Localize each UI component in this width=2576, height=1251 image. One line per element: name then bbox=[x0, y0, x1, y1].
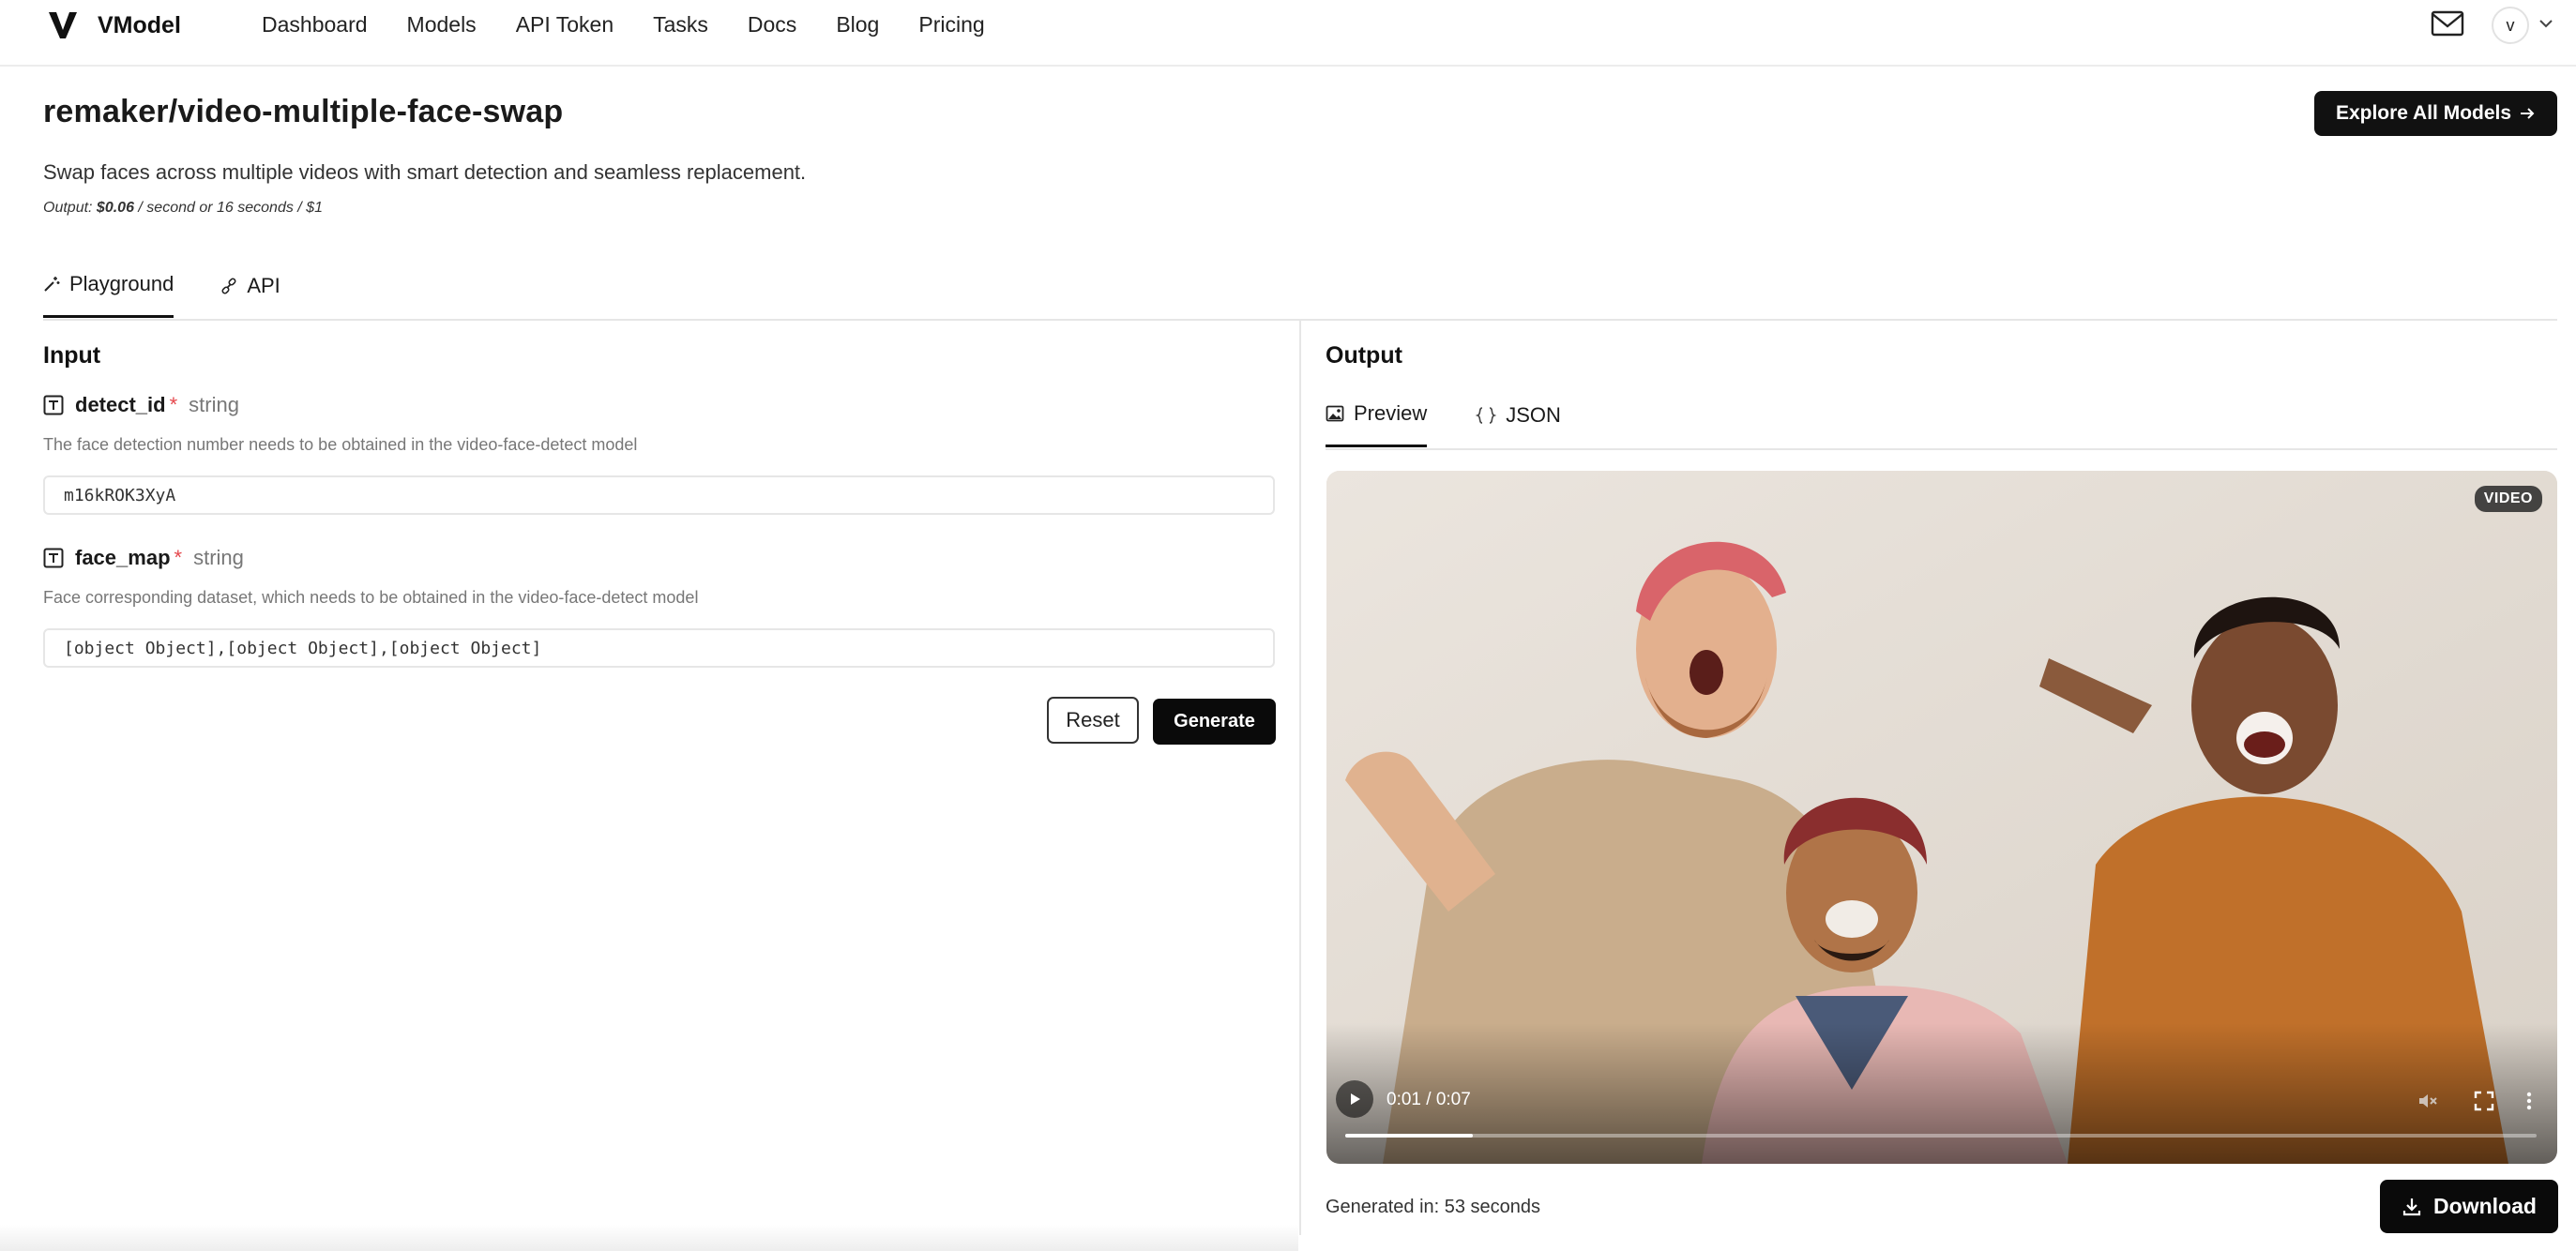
brand-logo[interactable]: VModel bbox=[47, 9, 181, 41]
more-options-icon[interactable] bbox=[2518, 1090, 2540, 1112]
mail-icon[interactable] bbox=[2431, 9, 2464, 38]
video-badge: VIDEO bbox=[2474, 486, 2542, 512]
braces-icon bbox=[1476, 406, 1497, 424]
output-tabs: Preview JSON bbox=[1326, 401, 1561, 447]
generate-button[interactable]: Generate bbox=[1153, 699, 1276, 745]
nav-blog[interactable]: Blog bbox=[836, 11, 879, 38]
field-name: detect_id bbox=[75, 393, 166, 416]
download-icon bbox=[2402, 1198, 2421, 1215]
image-icon bbox=[1326, 405, 1344, 422]
tab-api[interactable]: API bbox=[220, 272, 280, 318]
generation-time: Generated in: 53 seconds bbox=[1326, 1197, 1541, 1217]
brand-name: VModel bbox=[98, 11, 181, 38]
field-name: face_map bbox=[75, 546, 171, 569]
face-map-input[interactable]: [object Object],[object Object],[object … bbox=[43, 628, 1275, 668]
input-panel-title: Input bbox=[43, 342, 101, 369]
explore-all-models-button[interactable]: Explore All Models bbox=[2314, 91, 2557, 136]
field-type: string bbox=[193, 546, 244, 569]
bottom-shadow bbox=[0, 1225, 1298, 1251]
wand-icon bbox=[44, 277, 60, 292]
chevron-down-icon[interactable] bbox=[2538, 17, 2554, 30]
required-marker: * bbox=[169, 393, 178, 416]
download-label: Download bbox=[2433, 1194, 2537, 1218]
video-progress-bar[interactable] bbox=[1345, 1134, 2537, 1138]
detect-id-input[interactable]: m16kROK3XyA bbox=[43, 475, 1275, 515]
nav-dashboard[interactable]: Dashboard bbox=[262, 11, 368, 38]
video-time: 0:01 / 0:07 bbox=[1386, 1090, 1471, 1109]
main-nav: Dashboard Models API Token Tasks Docs Bl… bbox=[262, 11, 1024, 38]
required-marker: * bbox=[174, 546, 183, 569]
pricing-info: Output: $0.06 / second or 16 seconds / $… bbox=[43, 200, 323, 217]
pricing-price: $0.06 bbox=[96, 200, 134, 216]
nav-api-token[interactable]: API Token bbox=[516, 11, 614, 38]
text-field-icon bbox=[43, 395, 64, 415]
user-avatar[interactable]: v bbox=[2492, 7, 2529, 44]
fullscreen-icon[interactable] bbox=[2473, 1090, 2495, 1112]
panel-divider bbox=[1299, 321, 1301, 1235]
nav-pricing[interactable]: Pricing bbox=[918, 11, 984, 38]
model-description: Swap faces across multiple videos with s… bbox=[43, 160, 807, 184]
arrow-right-icon bbox=[2521, 108, 2535, 119]
mute-icon[interactable] bbox=[2417, 1090, 2439, 1112]
tab-preview-label: Preview bbox=[1354, 401, 1428, 425]
tab-json-label: JSON bbox=[1506, 402, 1561, 427]
detect-id-label: detect_id * string bbox=[43, 393, 239, 417]
face-map-help: Face corresponding dataset, which needs … bbox=[43, 588, 699, 607]
output-panel-title: Output bbox=[1326, 342, 1402, 369]
tab-playground[interactable]: Playground bbox=[43, 272, 174, 318]
page-title: remaker/video-multiple-face-swap bbox=[43, 94, 564, 129]
page-tabs: Playground API bbox=[43, 272, 280, 318]
download-button[interactable]: Download bbox=[2380, 1180, 2558, 1233]
tab-preview[interactable]: Preview bbox=[1326, 401, 1428, 447]
video-player[interactable]: VIDEO 0:01 / 0:07 bbox=[1326, 471, 2557, 1164]
detect-id-help: The face detection number needs to be ob… bbox=[43, 435, 638, 454]
tab-api-label: API bbox=[247, 273, 280, 297]
output-tabs-divider bbox=[1326, 448, 2557, 450]
video-controls-overlay bbox=[1326, 1023, 2557, 1164]
top-navbar: VModel Dashboard Models API Token Tasks … bbox=[0, 0, 2576, 67]
link-icon bbox=[221, 277, 236, 294]
explore-label: Explore All Models bbox=[2335, 102, 2512, 124]
pricing-prefix: Output: bbox=[43, 200, 97, 216]
play-button[interactable] bbox=[1336, 1080, 1373, 1118]
nav-docs[interactable]: Docs bbox=[748, 11, 796, 38]
face-map-label: face_map * string bbox=[43, 546, 244, 570]
tab-json[interactable]: JSON bbox=[1476, 401, 1561, 447]
text-field-icon bbox=[43, 548, 64, 568]
field-type: string bbox=[189, 393, 239, 416]
pricing-suffix: / second or 16 seconds / $1 bbox=[133, 200, 323, 216]
video-progress-fill bbox=[1345, 1134, 1473, 1138]
nav-tasks[interactable]: Tasks bbox=[653, 11, 708, 38]
tab-playground-label: Playground bbox=[69, 272, 174, 295]
vmodel-logo-icon bbox=[49, 12, 77, 38]
nav-models[interactable]: Models bbox=[407, 11, 477, 38]
play-icon bbox=[1351, 1093, 1360, 1105]
reset-button[interactable]: Reset bbox=[1047, 697, 1139, 744]
